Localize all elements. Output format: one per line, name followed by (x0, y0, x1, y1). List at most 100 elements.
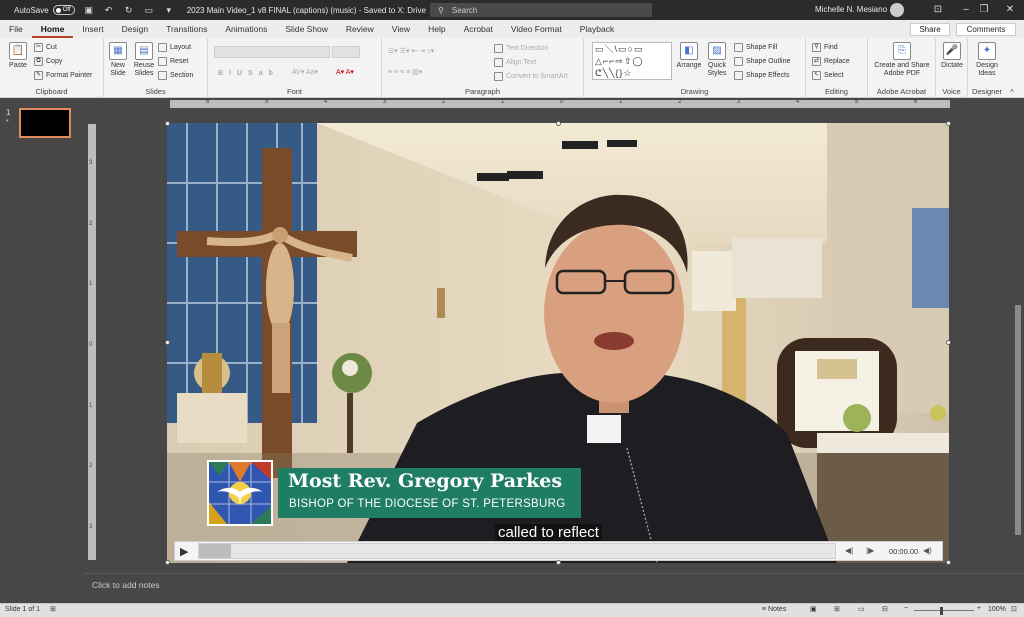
search-box[interactable]: ⚲ Search (430, 3, 652, 17)
bullets-icon[interactable]: ☰▾ ☰▾ ⇤ ⇥ ↕▾ (388, 47, 434, 55)
autosave-toggle[interactable]: Off (52, 5, 75, 15)
text-direction-icon (494, 44, 503, 53)
normal-view-icon[interactable]: ▣ (810, 605, 817, 613)
section-button[interactable]: Section (158, 71, 193, 80)
resize-handle[interactable] (946, 560, 951, 565)
reading-view-icon[interactable]: ▭ (858, 605, 865, 613)
zoom-out-icon[interactable]: − (904, 605, 908, 612)
editing-group: ⚲ Find ⇄ Replace ↖ Select Editing (806, 38, 868, 98)
new-slide-button[interactable]: ▦ New Slide (106, 42, 130, 78)
font-family-box[interactable] (214, 46, 330, 58)
start-slideshow-icon[interactable]: ▭ (143, 4, 155, 16)
acrobat-group-label: Adobe Acrobat (876, 87, 927, 96)
tab-insert[interactable]: Insert (73, 20, 112, 38)
ribbon-display-icon[interactable]: ⊡ (924, 0, 952, 20)
font-format-buttons[interactable]: BIUSab (218, 70, 279, 77)
resize-handle[interactable] (165, 560, 170, 565)
close-icon[interactable]: ✕ (996, 0, 1024, 20)
section-label: Section (170, 72, 194, 79)
accessibility-icon[interactable]: ⊞ (50, 605, 56, 613)
tab-help[interactable]: Help (419, 20, 454, 38)
document-title: 2023 Main Video_1 v8 FINAL (captions) (m… (186, 5, 426, 15)
layout-button[interactable]: Layout (158, 43, 191, 52)
redo-icon[interactable]: ↻ (123, 4, 135, 16)
slideshow-view-icon[interactable]: ⊟ (882, 605, 888, 613)
arrange-button[interactable]: ◧ Arrange (676, 42, 702, 70)
user-avatar[interactable] (890, 3, 904, 17)
shapes-gallery[interactable]: ▭＼\▭○▭ △⌐⌐⇨⇧◯ ᕦ╲╲{}☆ (592, 42, 672, 80)
format-painter-button[interactable]: ✎ Format Painter (34, 71, 92, 80)
undo-icon[interactable]: ↶ (103, 4, 115, 16)
restore-icon[interactable]: ❐ (970, 0, 998, 20)
volume-icon[interactable]: ◀) (923, 546, 932, 555)
resize-handle[interactable] (165, 121, 170, 126)
rewind-icon[interactable]: ◀| (845, 546, 853, 555)
arrange-icon: ◧ (680, 42, 698, 60)
zoom-slider[interactable] (914, 610, 974, 611)
create-pdf-button[interactable]: ⎘ Create and Share Adobe PDF (872, 42, 932, 78)
dictate-button[interactable]: 🎤 Dictate (939, 42, 965, 70)
replace-button[interactable]: ⇄ Replace (812, 57, 850, 66)
ruler-tick: 0 (560, 99, 564, 105)
resize-handle[interactable] (556, 560, 561, 565)
reuse-slides-button[interactable]: ▤ Reuse Slides (132, 42, 156, 78)
notes-toggle[interactable]: ≡ Notes (762, 606, 786, 613)
shape-fill-button[interactable]: Shape Fill (734, 43, 777, 52)
paste-button[interactable]: 📋 Paste (6, 42, 30, 70)
tab-review[interactable]: Review (337, 20, 383, 38)
align-text-button[interactable]: Align Text (494, 58, 536, 67)
slides-group-label: Slides (145, 87, 166, 96)
align-icons[interactable]: ≡ ≡ ≡ ≡ ▥▾ (388, 68, 422, 76)
play-icon[interactable]: ▶ (180, 545, 188, 558)
quick-styles-button[interactable]: ▨ Quick Styles (704, 42, 730, 78)
save-icon[interactable]: ▣ (83, 4, 95, 16)
text-direction-button[interactable]: Text Direction (494, 44, 548, 53)
forward-icon[interactable]: |▶ (866, 546, 874, 555)
resize-handle[interactable] (946, 340, 951, 345)
cut-button[interactable]: ✂ Cut (34, 43, 57, 52)
tab-animations[interactable]: Animations (216, 20, 276, 38)
slide-sorter-icon[interactable]: ⊞ (834, 605, 840, 613)
tab-file[interactable]: File (0, 20, 32, 38)
zoom-slider-thumb[interactable] (940, 607, 943, 615)
select-button[interactable]: ↖ Select (812, 71, 843, 80)
design-ideas-button[interactable]: ✦ Design Ideas (971, 42, 1003, 78)
collapse-ribbon-icon[interactable]: ^ (1010, 88, 1014, 97)
shape-effects-button[interactable]: Shape Effects (734, 71, 789, 80)
notes-pane[interactable]: Click to add notes (84, 573, 1024, 603)
customize-toolbar-icon[interactable]: ▾ (163, 4, 175, 16)
tab-view[interactable]: View (383, 20, 419, 38)
resize-handle[interactable] (165, 340, 170, 345)
tab-design[interactable]: Design (113, 20, 157, 38)
tab-acrobat[interactable]: Acrobat (455, 20, 502, 38)
tab-playback[interactable]: Playback (571, 20, 624, 38)
zoom-in-icon[interactable]: + (977, 605, 981, 612)
closed-caption: called to reflect (495, 524, 602, 542)
designer-group: ✦ Design Ideas Designer (968, 38, 1006, 98)
resize-handle[interactable] (946, 121, 951, 126)
change-case-icon[interactable]: AV▾ Aa▾ (292, 68, 318, 76)
copy-button[interactable]: ⧉ Copy (34, 57, 62, 66)
layout-label: Layout (170, 44, 192, 51)
tab-video-format[interactable]: Video Format (502, 20, 571, 38)
paint-bucket-icon (734, 43, 743, 52)
find-button[interactable]: ⚲ Find (812, 43, 838, 52)
share-button[interactable]: Share (910, 23, 950, 36)
font-size-box[interactable] (332, 46, 360, 58)
tab-home[interactable]: Home (31, 20, 74, 38)
reset-button[interactable]: Reset (158, 57, 188, 66)
fit-slide-icon[interactable]: ⊡ (1011, 605, 1017, 613)
new-slide-icon: ▦ (109, 42, 127, 60)
zoom-level[interactable]: 100% (988, 606, 1006, 613)
replace-icon: ⇄ (812, 57, 821, 66)
scrollbar-thumb[interactable] (1015, 305, 1021, 535)
tab-slide-show[interactable]: Slide Show (276, 20, 337, 38)
font-color-icon[interactable]: A▾ A▾ (336, 68, 354, 76)
video-progress-bar[interactable] (198, 543, 836, 559)
resize-handle[interactable] (556, 121, 561, 126)
shape-outline-button[interactable]: Shape Outline (734, 57, 790, 66)
smartart-button[interactable]: Convert to SmartArt (494, 72, 568, 81)
slide-thumbnail[interactable] (19, 108, 71, 138)
comments-button[interactable]: Comments (956, 23, 1016, 36)
tab-transitions[interactable]: Transitions (157, 20, 216, 38)
